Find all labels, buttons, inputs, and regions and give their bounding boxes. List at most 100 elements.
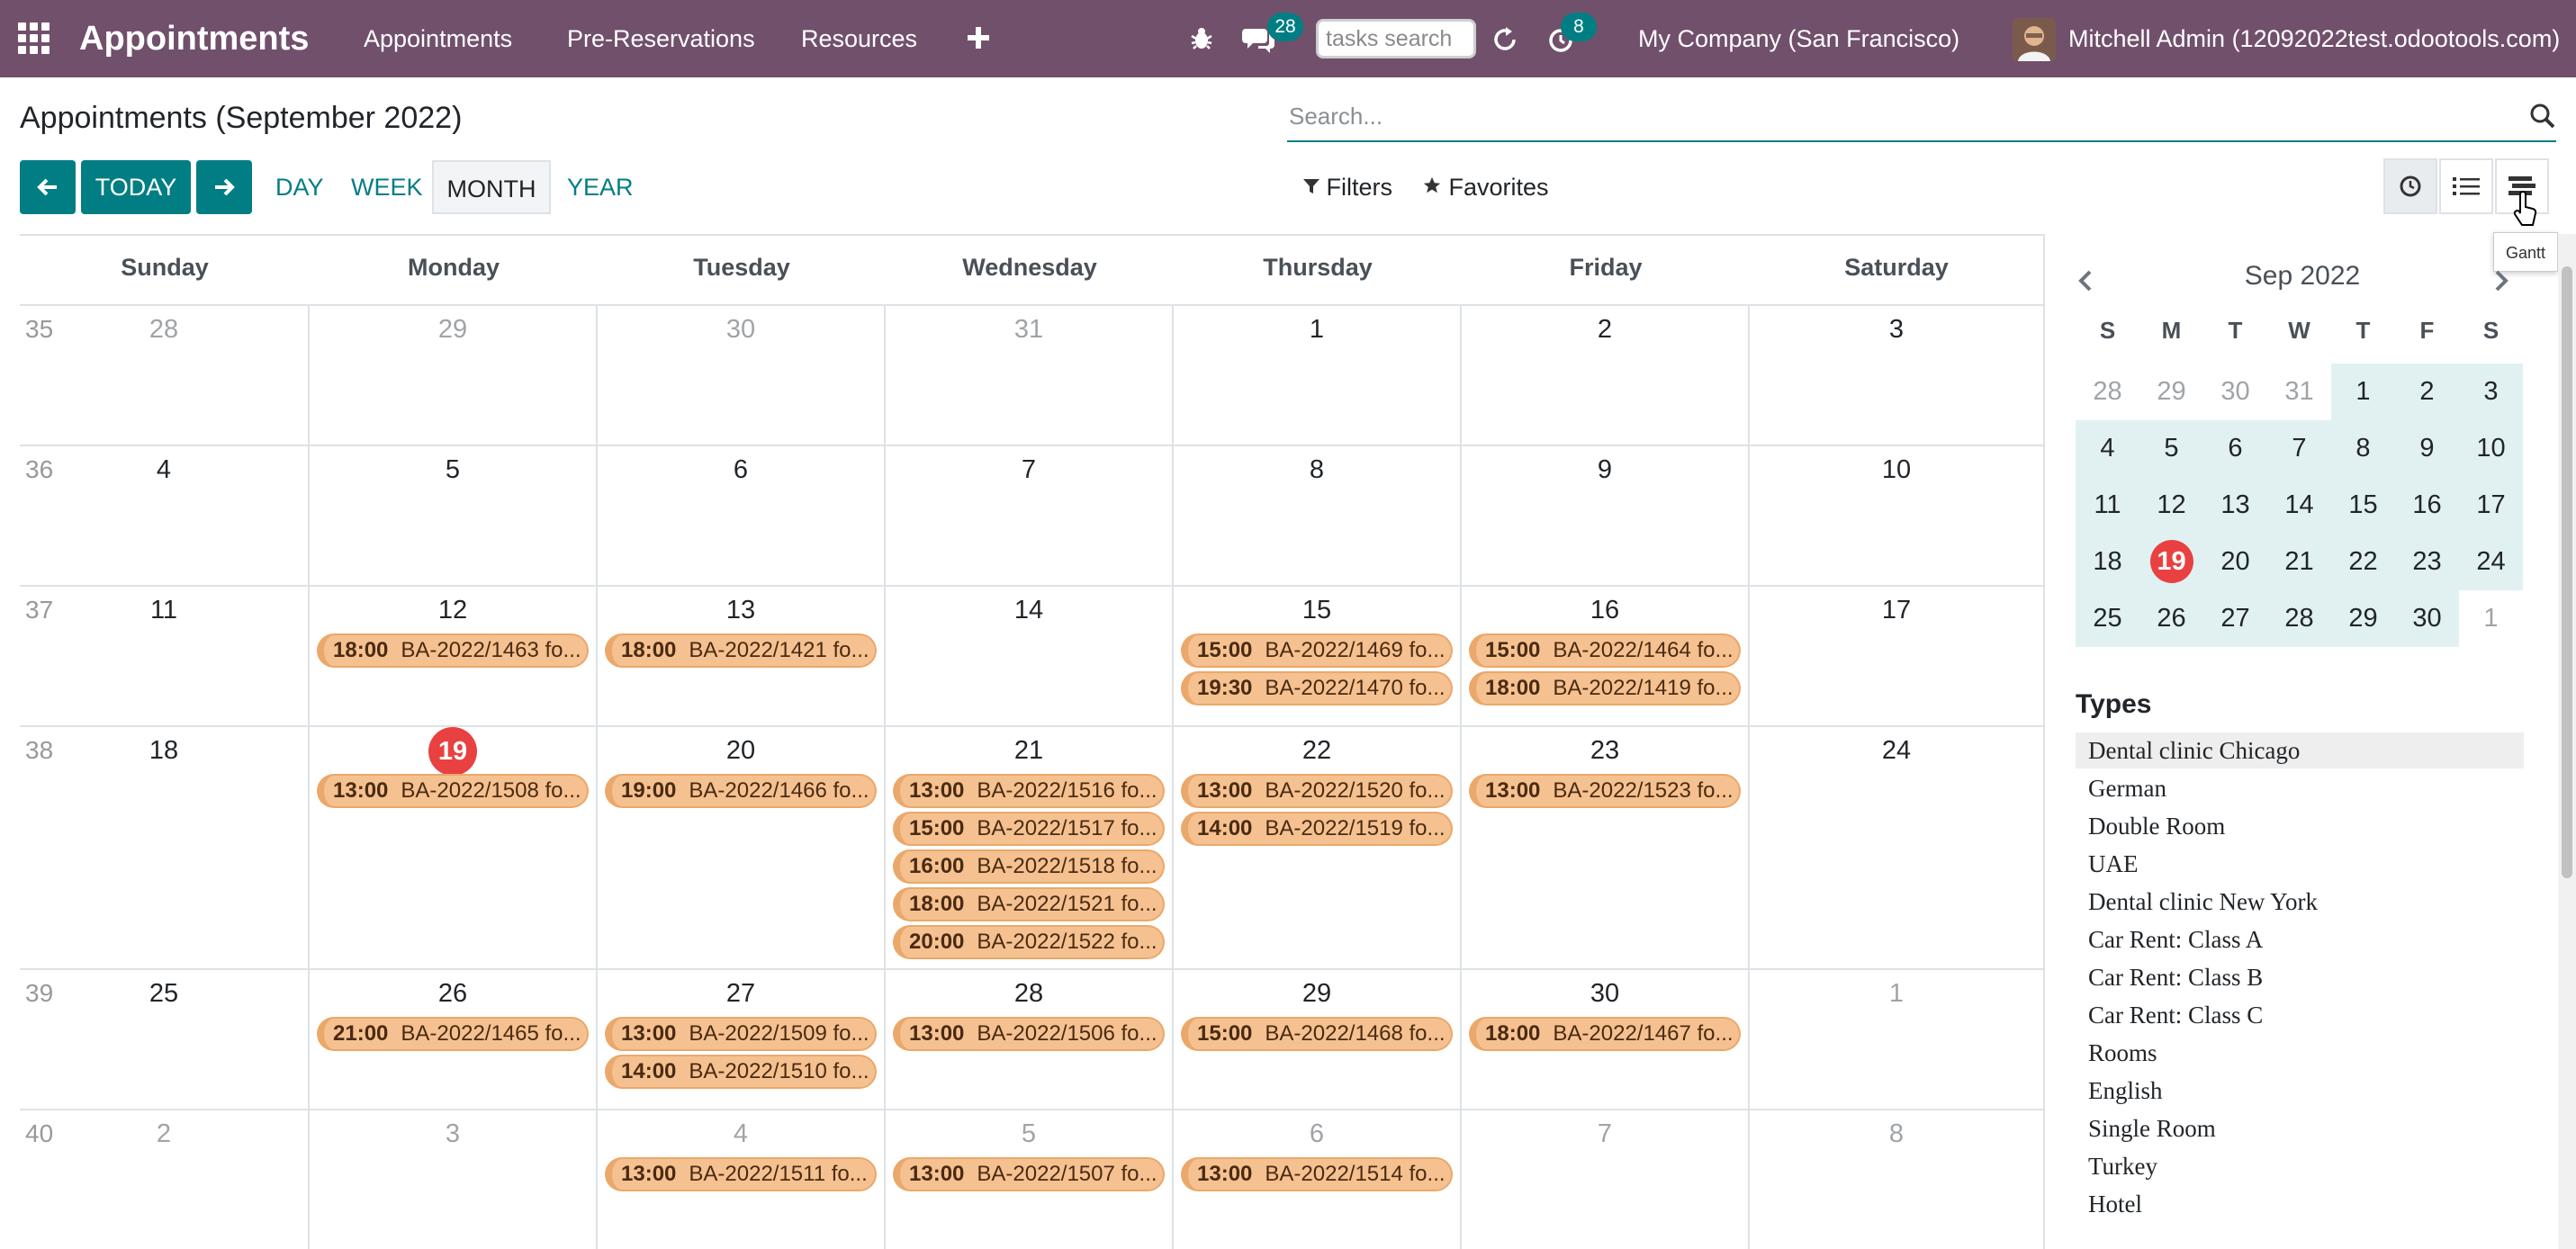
type-filter-item[interactable]: Dental clinic Chicago [2076, 732, 2524, 768]
calendar-event[interactable]: 15:00 BA-2022/1464 fo... [1469, 633, 1741, 668]
mini-day[interactable]: 29 [2139, 364, 2203, 420]
mini-day[interactable]: 17 [2459, 477, 2523, 534]
mini-day[interactable]: 16 [2395, 477, 2459, 534]
day-cell[interactable]: 22 13:00 BA-2022/1520 fo... 14:00 BA-2022/15… [1174, 725, 1462, 968]
day-cell[interactable]: 29 15:00 BA-2022/1468 fo... [1174, 968, 1462, 1109]
mini-day[interactable]: 10 [2459, 420, 2523, 477]
day-cell[interactable]: 7 [886, 445, 1174, 585]
mini-day[interactable]: 23 [2395, 534, 2459, 590]
day-cell[interactable]: 35 28 [20, 304, 310, 445]
day-cell[interactable]: 5 13:00 BA-2022/1507 fo... [886, 1109, 1174, 1249]
calendar-event[interactable]: 13:00 BA-2022/1516 fo... [893, 774, 1165, 808]
day-cell[interactable]: 8 [1174, 445, 1462, 585]
day-cell[interactable]: 14 [886, 585, 1174, 725]
mini-day[interactable]: 28 [2076, 364, 2139, 420]
mini-day[interactable]: 6 [2203, 420, 2267, 477]
type-filter-item[interactable]: Car Rent: Class C [2076, 997, 2524, 1033]
day-cell[interactable]: 5 [310, 445, 598, 585]
day-cell[interactable]: 4 13:00 BA-2022/1511 fo... [598, 1109, 886, 1249]
day-cell[interactable]: 38 18 [20, 725, 310, 968]
menu-appointments[interactable]: Appointments [364, 0, 512, 77]
calendar-event[interactable]: 14:00 BA-2022/1510 fo... [605, 1055, 877, 1089]
day-cell[interactable]: 1 [1750, 968, 2043, 1109]
day-cell[interactable]: 30 18:00 BA-2022/1467 fo... [1462, 968, 1750, 1109]
mini-day[interactable]: 18 [2076, 534, 2139, 590]
calendar-event[interactable]: 14:00 BA-2022/1519 fo... [1181, 812, 1453, 846]
day-cell[interactable]: 16 15:00 BA-2022/1464 fo... 18:00 BA-2022/14… [1462, 585, 1750, 725]
day-cell[interactable]: 6 [598, 445, 886, 585]
day-cell[interactable]: 24 [1750, 725, 2043, 968]
mini-day[interactable]: 28 [2267, 590, 2331, 647]
user-menu[interactable]: Mitchell Admin (12092022test.odootools.c… [2068, 0, 2560, 77]
day-cell[interactable]: 3 [1750, 304, 2043, 445]
sidebar-scrollbar[interactable] [2558, 234, 2576, 1249]
mini-day[interactable]: 13 [2203, 477, 2267, 534]
day-cell[interactable]: 40 2 [20, 1109, 310, 1249]
day-cell[interactable]: 27 13:00 BA-2022/1509 fo... 14:00 BA-2022/15… [598, 968, 886, 1109]
mini-day[interactable]: 1 [2459, 590, 2523, 647]
day-cell[interactable]: 20 19:00 BA-2022/1466 fo... [598, 725, 886, 968]
next-button[interactable] [196, 160, 252, 214]
search-input[interactable] [1287, 94, 2511, 139]
calendar-event[interactable]: 18:00 BA-2022/1419 fo... [1469, 671, 1741, 705]
day-cell[interactable]: 7 [1462, 1109, 1750, 1249]
mini-day[interactable]: 4 [2076, 420, 2139, 477]
day-cell[interactable]: 36 4 [20, 445, 310, 585]
mini-day[interactable]: 11 [2076, 477, 2139, 534]
type-filter-item[interactable]: Rooms [2076, 1035, 2524, 1071]
day-cell[interactable]: 2 [1462, 304, 1750, 445]
mini-day[interactable]: 1 [2331, 364, 2395, 420]
day-cell[interactable]: 1 [1174, 304, 1462, 445]
calendar-event[interactable]: 13:00 BA-2022/1511 fo... [605, 1157, 877, 1191]
mini-day[interactable]: 9 [2395, 420, 2459, 477]
type-filter-item[interactable]: Car Rent: Class A [2076, 921, 2524, 957]
type-filter-item[interactable]: UAE [2076, 846, 2524, 882]
mini-day[interactable]: 22 [2331, 534, 2395, 590]
calendar-event[interactable]: 13:00 BA-2022/1507 fo... [893, 1157, 1165, 1191]
type-filter-item[interactable]: Car Rent: Class B [2076, 959, 2524, 995]
type-filter-item[interactable]: German [2076, 770, 2524, 806]
mini-day[interactable]: 2 [2395, 364, 2459, 420]
calendar-event[interactable]: 13:00 BA-2022/1520 fo... [1181, 774, 1453, 808]
day-cell[interactable]: 15 15:00 BA-2022/1469 fo... 19:30 BA-2022/14… [1174, 585, 1462, 725]
type-filter-item[interactable]: Turkey [2076, 1148, 2524, 1184]
mini-day[interactable]: 25 [2076, 590, 2139, 647]
mini-day[interactable]: 20 [2203, 534, 2267, 590]
calendar-event[interactable]: 13:00 BA-2022/1509 fo... [605, 1017, 877, 1051]
day-cell[interactable]: 26 21:00 BA-2022/1465 fo... [310, 968, 598, 1109]
type-filter-item[interactable]: English [2076, 1073, 2524, 1109]
day-cell[interactable]: 10 [1750, 445, 2043, 585]
app-menu-icon[interactable] [18, 22, 50, 55]
mini-day[interactable]: 8 [2331, 420, 2395, 477]
calendar-event[interactable]: 18:00 BA-2022/1421 fo... [605, 633, 877, 668]
day-cell[interactable]: 31 [886, 304, 1174, 445]
day-cell[interactable]: 6 13:00 BA-2022/1514 fo... [1174, 1109, 1462, 1249]
plus-icon[interactable] [965, 24, 992, 51]
company-switcher[interactable]: My Company (San Francisco) [1638, 0, 1959, 77]
menu-resources[interactable]: Resources [801, 0, 917, 77]
mini-day[interactable]: 31 [2267, 364, 2331, 420]
scale-year-button[interactable]: YEAR [558, 160, 635, 214]
day-cell[interactable]: 37 11 [20, 585, 310, 725]
app-brand[interactable]: Appointments [79, 0, 309, 77]
mini-day[interactable]: 3 [2459, 364, 2523, 420]
mini-day[interactable]: 14 [2267, 477, 2331, 534]
calendar-event[interactable]: 15:00 BA-2022/1517 fo... [893, 812, 1165, 846]
today-button[interactable]: TODAY [81, 160, 191, 214]
day-cell[interactable]: 12 18:00 BA-2022/1463 fo... [310, 585, 598, 725]
calendar-event[interactable]: 18:00 BA-2022/1521 fo... [893, 887, 1165, 921]
mini-day[interactable]: 29 [2331, 590, 2395, 647]
mini-day[interactable]: 27 [2203, 590, 2267, 647]
day-cell[interactable]: 23 13:00 BA-2022/1523 fo... [1462, 725, 1750, 968]
mini-day[interactable]: 15 [2331, 477, 2395, 534]
calendar-event[interactable]: 16:00 BA-2022/1518 fo... [893, 849, 1165, 884]
calendar-event[interactable]: 19:30 BA-2022/1470 fo... [1181, 671, 1453, 705]
day-cell[interactable]: 29 [310, 304, 598, 445]
calendar-event[interactable]: 18:00 BA-2022/1467 fo... [1469, 1017, 1741, 1051]
calendar-event[interactable]: 19:00 BA-2022/1466 fo... [605, 774, 877, 808]
calendar-event[interactable]: 20:00 BA-2022/1522 fo... [893, 925, 1165, 959]
mini-day[interactable]: 5 [2139, 420, 2203, 477]
calendar-event[interactable]: 13:00 BA-2022/1523 fo... [1469, 774, 1741, 808]
calendar-event[interactable]: 21:00 BA-2022/1465 fo... [317, 1017, 589, 1051]
tasks-search-input[interactable]: tasks search [1316, 19, 1476, 58]
